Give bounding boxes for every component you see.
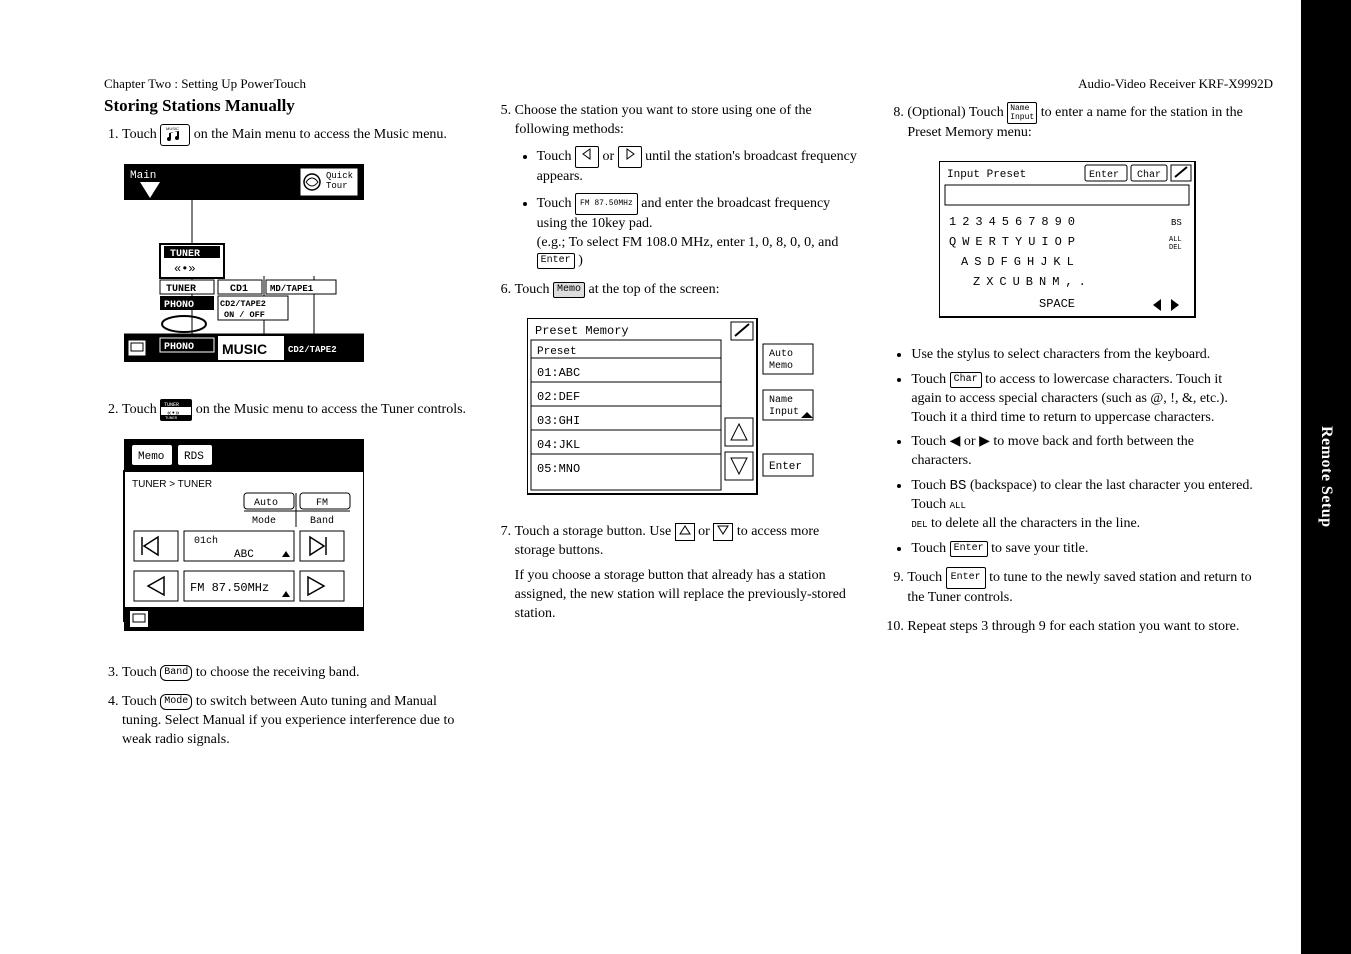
- svg-text:TUNER > TUNER: TUNER > TUNER: [132, 479, 212, 490]
- svg-text:01:ABC: 01:ABC: [537, 366, 580, 380]
- svg-text:TUNER: TUNER: [164, 402, 179, 408]
- step-4: Touch Mode to switch between Auto tuning…: [122, 693, 469, 750]
- svg-text:05:MNO: 05:MNO: [537, 462, 580, 476]
- char-button-icon: Char: [950, 372, 982, 388]
- svg-text:ALL: ALL: [1169, 236, 1182, 244]
- left-arrow-icon: [575, 146, 599, 168]
- name-input-icon: Name Input: [1007, 102, 1037, 124]
- section-title: Storing Stations Manually: [104, 96, 469, 116]
- step-9: Touch Enter to tune to the newly saved s…: [907, 567, 1254, 608]
- svg-text:Auto: Auto: [769, 349, 793, 360]
- svg-text:MUSIC: MUSIC: [166, 126, 179, 131]
- svg-text:TUNER: TUNER: [165, 417, 178, 420]
- svg-text:TUNER: TUNER: [170, 249, 200, 260]
- step-1: Touch MUSIC on the Main menu to access t…: [122, 124, 469, 146]
- svg-text:«•»: «•»: [174, 262, 196, 276]
- svg-text:SPACE: SPACE: [1039, 297, 1075, 311]
- svg-text:MUSIC: MUSIC: [222, 341, 267, 357]
- enter-button-icon-2: Enter: [946, 567, 986, 589]
- step-7: Touch a storage button. Use or to access…: [515, 523, 862, 624]
- column-3: (Optional) Touch Name Input to enter a n…: [889, 96, 1254, 760]
- svg-text:04:JKL: 04:JKL: [537, 438, 580, 452]
- svg-text:Auto: Auto: [254, 498, 278, 509]
- up-triangle-icon: [675, 523, 695, 541]
- svg-text:CD1: CD1: [230, 284, 248, 295]
- down-triangle-icon: [713, 523, 733, 541]
- svg-text:MD/TAPE1: MD/TAPE1: [270, 284, 314, 294]
- svg-text:CD2/TAPE2: CD2/TAPE2: [288, 345, 337, 355]
- right-arrow-icon: [618, 146, 642, 168]
- step-8-bullet-2: Touch Char to access to lowercase charac…: [911, 371, 1254, 428]
- svg-text:Mode: Mode: [252, 515, 276, 527]
- step-2: Touch TUNER«•»TUNER on the Music menu to…: [122, 399, 469, 421]
- tuner-icon: TUNER«•»TUNER: [160, 399, 192, 421]
- svg-text:Band: Band: [310, 515, 334, 527]
- svg-text:FM 87.50MHz: FM 87.50MHz: [190, 581, 269, 595]
- svg-text:CD2/TAPE2: CD2/TAPE2: [220, 299, 266, 309]
- side-tab: Remote Setup: [1301, 0, 1351, 954]
- mode-button-icon: Mode: [160, 694, 192, 710]
- svg-text:02:DEF: 02:DEF: [537, 390, 580, 404]
- step-10: Repeat steps 3 through 9 for each statio…: [907, 618, 1254, 637]
- step-5-bullet-2: Touch FM 87.50MHz and enter the broadcas…: [537, 193, 862, 272]
- step-7-note: If you choose a storage button that alre…: [515, 568, 846, 621]
- figure-input-preset: Input Preset Enter Char 1234567890 BS QW…: [939, 161, 1199, 321]
- header-right: Audio-Video Receiver KRF-X9992D: [1078, 76, 1273, 92]
- step-8-bullet-3: Touch ◀ or ▶ to move back and forth betw…: [911, 433, 1254, 471]
- freq-display-icon: FM 87.50MHz: [575, 193, 638, 215]
- figure-preset-memory: Preset Memory Preset 01:ABC 02:DEF 03:GH…: [527, 318, 827, 498]
- header-left: Chapter Two : Setting Up PowerTouch: [104, 76, 306, 92]
- band-button-icon: Band: [160, 665, 192, 681]
- left-caret-icon: ◀: [950, 434, 961, 449]
- memo-button-icon: Memo: [553, 282, 585, 298]
- right-caret-icon: ▶: [979, 434, 990, 449]
- svg-text:QWERTYUIOP: QWERTYUIOP: [949, 235, 1081, 249]
- figure-main-menu: Main Quick Tour TUNER «•»: [104, 164, 364, 374]
- step-8: (Optional) Touch Name Input to enter a n…: [907, 102, 1254, 143]
- step-6: Touch Memo at the top of the screen:: [515, 281, 862, 300]
- svg-text:PHONO: PHONO: [164, 342, 194, 353]
- side-tab-label: Remote Setup: [1317, 426, 1335, 528]
- svg-text:DEL: DEL: [1169, 244, 1182, 252]
- column-1: Storing Stations Manually Touch MUSIC on…: [104, 96, 469, 760]
- svg-text:RDS: RDS: [184, 451, 204, 463]
- svg-text:FM: FM: [316, 498, 328, 509]
- svg-text:Memo: Memo: [138, 451, 164, 463]
- enter-button-icon: Enter: [950, 541, 988, 557]
- figure-tuner-controls: Memo RDS TUNER > TUNER Auto FM Mode Band: [104, 439, 364, 639]
- svg-text:PHONO: PHONO: [164, 300, 194, 311]
- svg-text:TUNER: TUNER: [166, 284, 196, 295]
- bs-key: BS: [950, 478, 967, 494]
- svg-text:Enter: Enter: [1089, 170, 1119, 181]
- svg-text:Preset: Preset: [537, 346, 577, 358]
- svg-text:ON / OFF: ON / OFF: [224, 310, 265, 320]
- svg-text:Char: Char: [1137, 169, 1161, 181]
- step-5: Choose the station you want to store usi…: [515, 102, 862, 271]
- svg-text:Tour: Tour: [326, 181, 348, 191]
- step-5-bullet-1: Touch or until the station's broadcast f…: [537, 146, 862, 187]
- svg-text:01ch: 01ch: [194, 535, 218, 547]
- svg-text:Input: Input: [769, 407, 799, 418]
- enter-key-icon: Enter: [537, 253, 575, 269]
- step-8-bullet-4: Touch BS (backspace) to clear the last c…: [911, 477, 1254, 534]
- svg-text:ABC: ABC: [234, 549, 254, 561]
- step-8-bullet-5: Touch Enter to save your title.: [911, 540, 1254, 559]
- music-icon: MUSIC: [160, 124, 190, 146]
- svg-text:Memo: Memo: [769, 361, 793, 372]
- svg-text:03:GHI: 03:GHI: [537, 414, 580, 428]
- svg-text:Main: Main: [130, 170, 156, 182]
- svg-text:BS: BS: [1171, 218, 1182, 228]
- svg-text:Input Preset: Input Preset: [947, 169, 1026, 181]
- svg-text:Preset Memory: Preset Memory: [535, 324, 629, 338]
- svg-text:1234567890: 1234567890: [949, 215, 1081, 229]
- svg-text:Name: Name: [769, 395, 793, 406]
- svg-text:ZXCUBNM,.: ZXCUBNM,.: [973, 275, 1092, 289]
- svg-text:ASDFGHJKL: ASDFGHJKL: [961, 255, 1080, 269]
- column-2: Choose the station you want to store usi…: [497, 96, 862, 760]
- svg-text:Enter: Enter: [769, 461, 802, 473]
- step-8-bullet-1: Use the stylus to select characters from…: [911, 346, 1254, 365]
- svg-text:Quick: Quick: [326, 171, 353, 181]
- step-3: Touch Band to choose the receiving band.: [122, 664, 469, 683]
